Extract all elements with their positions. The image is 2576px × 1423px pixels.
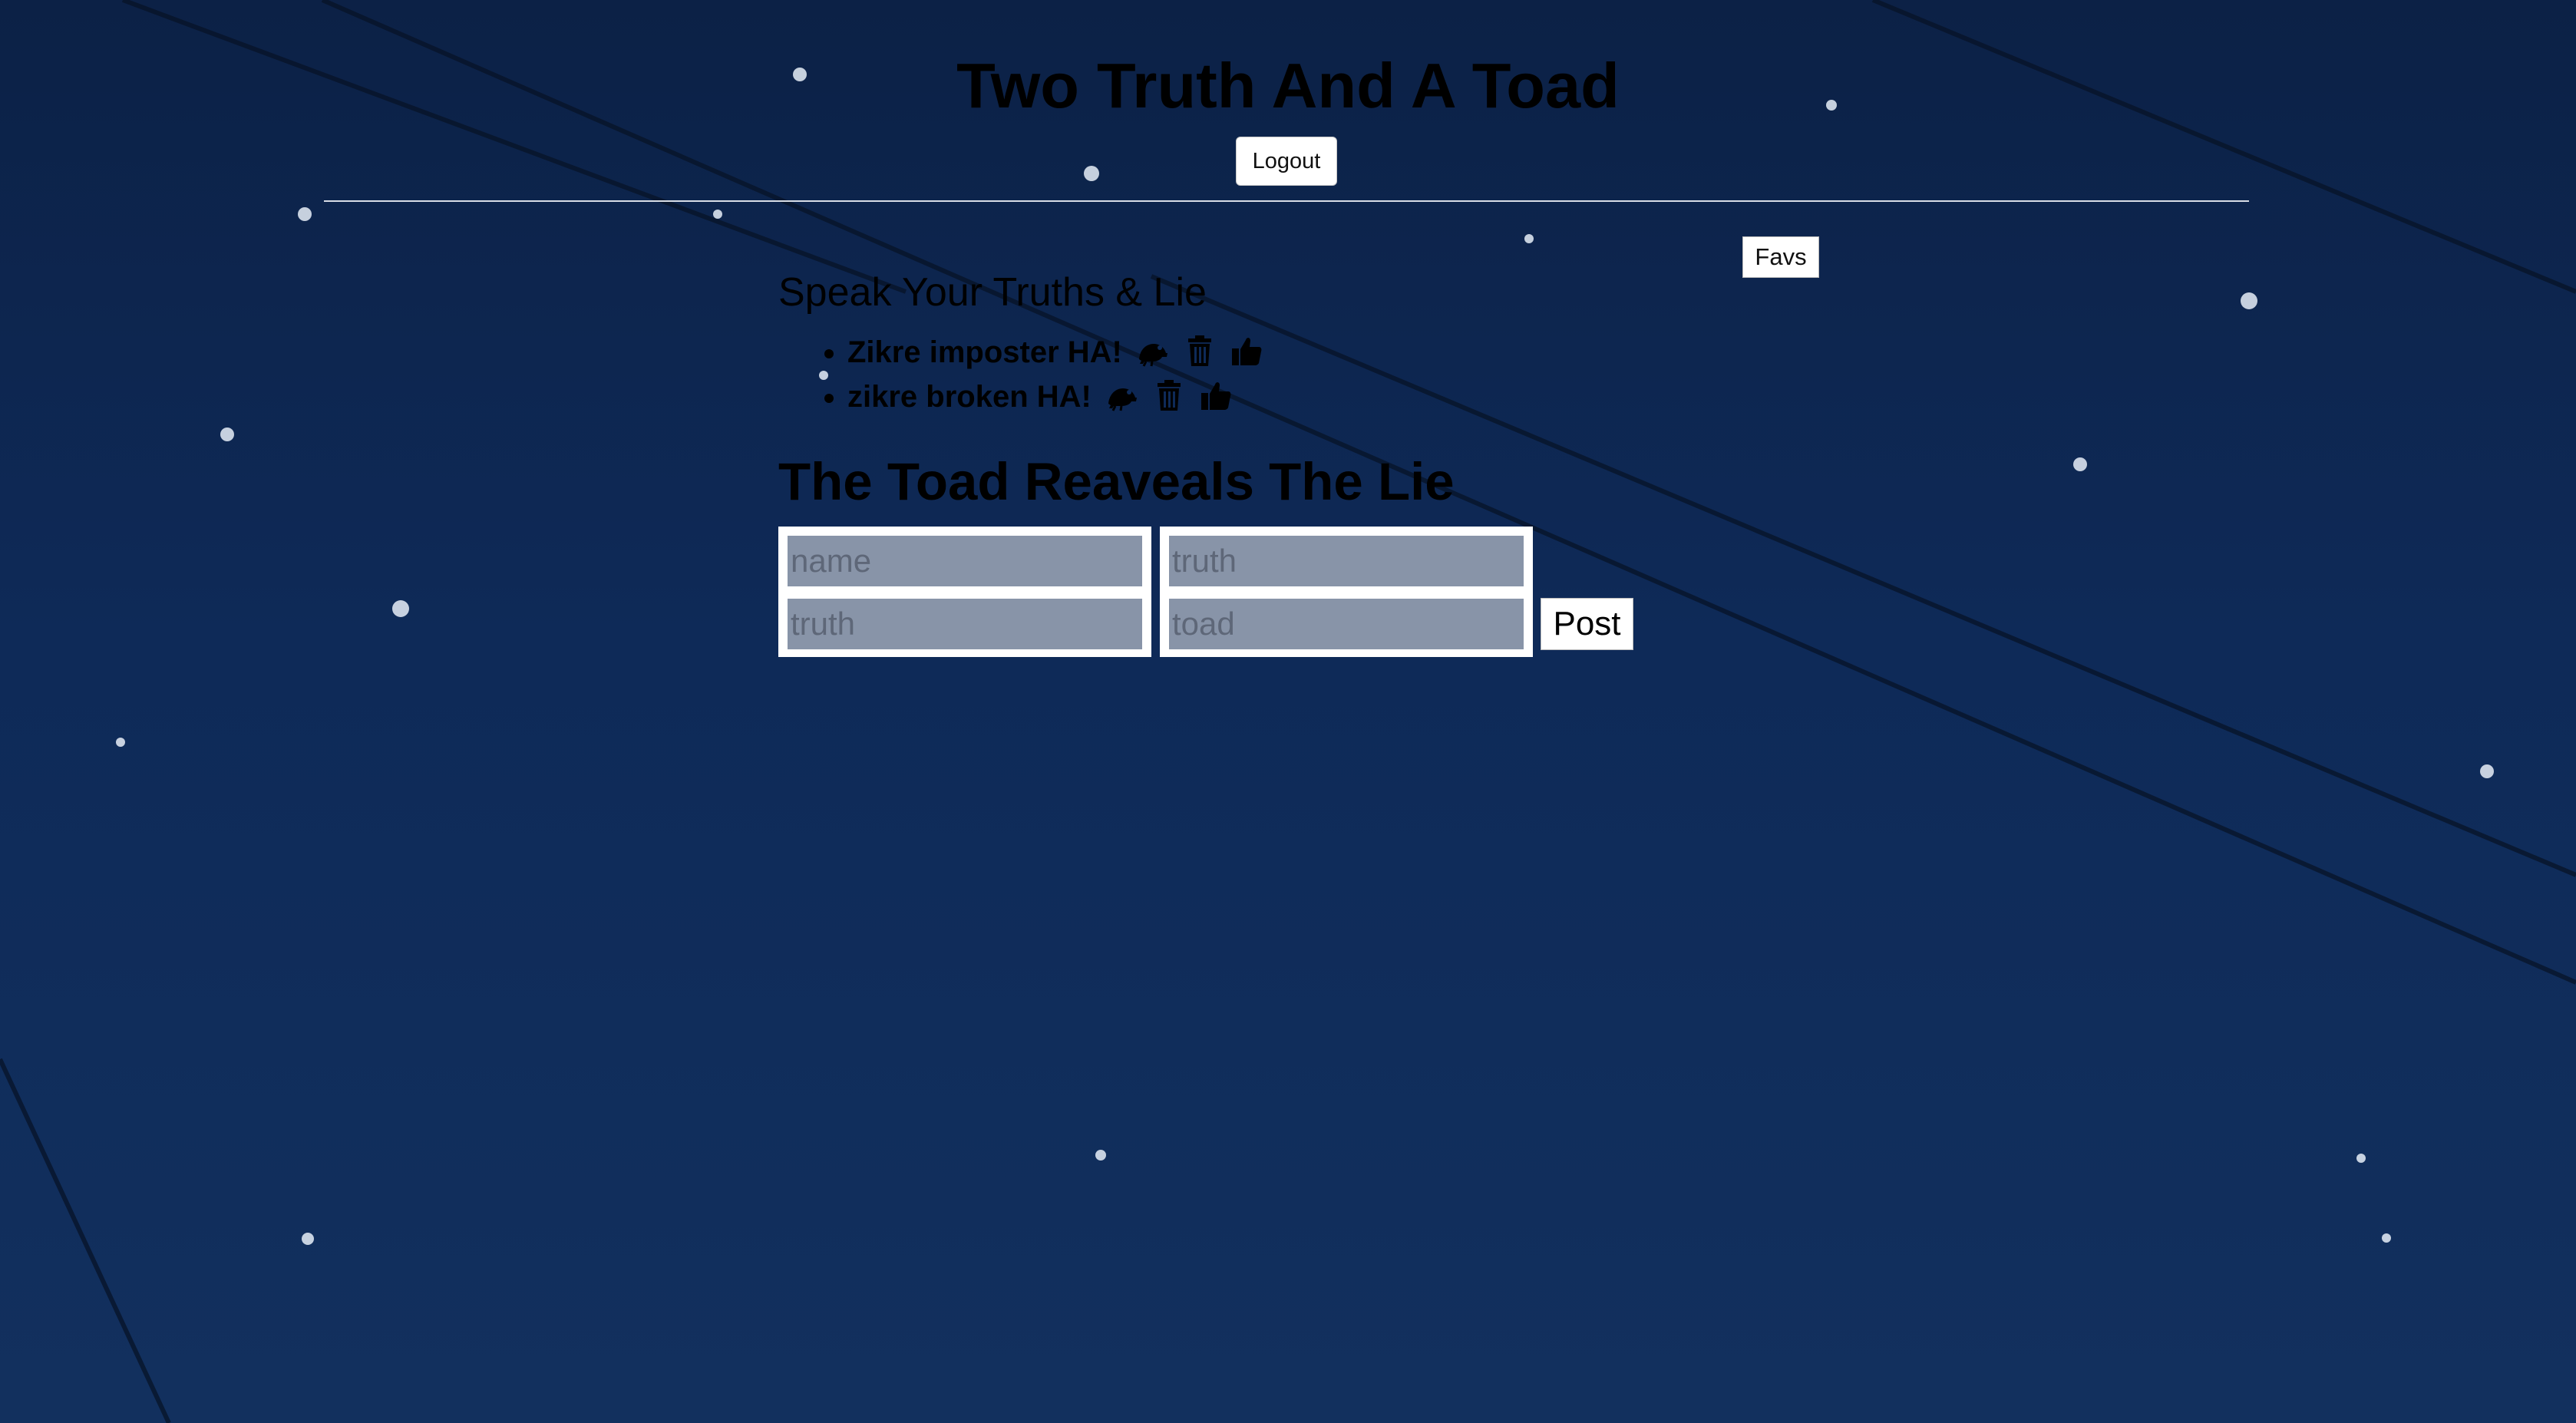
toad-icon[interactable]: [1106, 379, 1138, 411]
name-input[interactable]: [788, 536, 1142, 586]
field-group-right: [1160, 527, 1533, 657]
entry-text: Zikre imposter HA!: [847, 335, 1122, 369]
starry-sky-background: [0, 0, 2576, 1423]
page-title: Two Truth And A Toad: [956, 50, 1620, 121]
toad-input[interactable]: [1169, 599, 1524, 649]
thumbs-up-icon[interactable]: [1200, 379, 1232, 411]
truths-heading: Speak Your Truths & Lie: [778, 270, 1207, 315]
trash-icon[interactable]: [1153, 379, 1185, 411]
entry-list: Zikre imposter HA!: [778, 330, 1263, 419]
list-item: zikre broken HA!: [847, 375, 1263, 419]
entry-text: zikre broken HA!: [847, 380, 1091, 414]
trash-icon[interactable]: [1184, 335, 1216, 367]
favs-button[interactable]: Favs: [1742, 236, 1819, 278]
field-group-left: [778, 527, 1151, 657]
thumbs-up-icon[interactable]: [1230, 335, 1263, 367]
truth-input-1[interactable]: [1169, 536, 1524, 586]
header-divider: [324, 200, 2249, 202]
truth-input-2[interactable]: [788, 599, 1142, 649]
form-heading: The Toad Reaveals The Lie: [778, 452, 1455, 511]
post-button[interactable]: Post: [1541, 598, 1633, 650]
toad-icon[interactable]: [1137, 335, 1169, 367]
list-item: Zikre imposter HA!: [847, 330, 1263, 375]
logout-button[interactable]: Logout: [1236, 137, 1337, 186]
